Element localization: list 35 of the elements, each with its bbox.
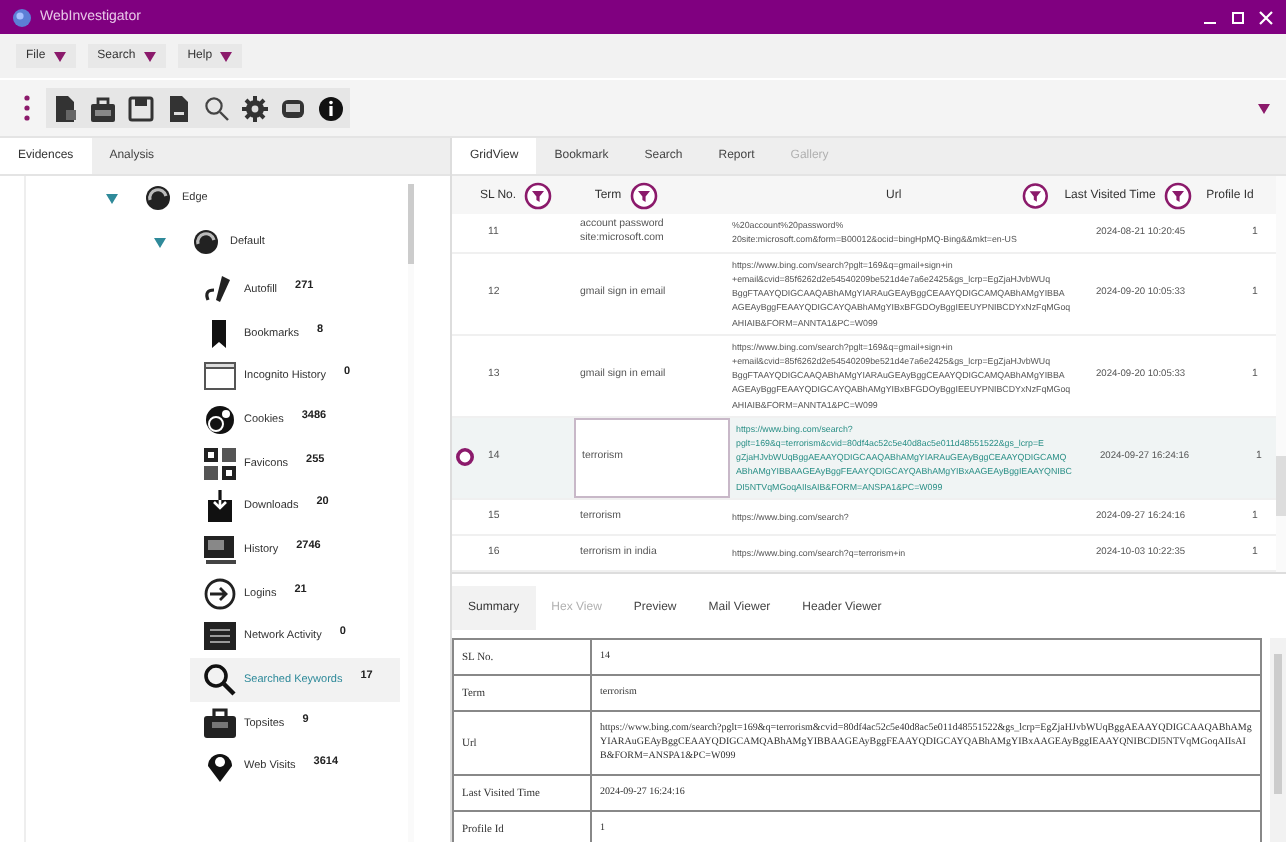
window-icon (202, 358, 238, 395)
settings-icon[interactable] (240, 93, 270, 123)
download-icon (202, 488, 238, 525)
save-icon[interactable] (126, 93, 156, 123)
monitor-icon (202, 531, 238, 568)
briefcase-icon[interactable] (88, 93, 118, 123)
briefcase-icon (202, 705, 238, 742)
caret-icon (53, 51, 66, 61)
cookies-icon (202, 401, 238, 438)
filter-icon[interactable] (1163, 181, 1192, 209)
scrollbar[interactable] (1276, 176, 1286, 572)
info-icon[interactable] (316, 93, 346, 123)
grip-icon (24, 94, 30, 122)
list-icon (202, 618, 238, 655)
caret-icon (143, 51, 156, 61)
filter-icon[interactable] (524, 181, 553, 209)
expand-arrow-icon[interactable] (106, 193, 118, 203)
report-icon[interactable] (164, 93, 194, 123)
expand-arrow-icon[interactable] (154, 237, 166, 247)
browser-icon (192, 228, 220, 256)
close-icon[interactable] (1258, 9, 1274, 25)
scrollbar[interactable] (1270, 638, 1286, 842)
filter-icon[interactable] (629, 181, 658, 209)
search-icon (202, 662, 238, 699)
app-icon (12, 7, 32, 27)
search-icon[interactable] (202, 93, 232, 123)
browser-icon (144, 184, 172, 212)
location-pin-icon (202, 748, 238, 785)
grid-icon (202, 445, 238, 482)
file-icon[interactable] (50, 93, 80, 123)
caret-icon (220, 51, 233, 61)
dropdown-caret-icon[interactable] (1258, 103, 1270, 113)
filter-icon[interactable] (1021, 181, 1048, 209)
selected-row-icon (455, 448, 473, 467)
maximize-icon[interactable] (1230, 9, 1246, 25)
